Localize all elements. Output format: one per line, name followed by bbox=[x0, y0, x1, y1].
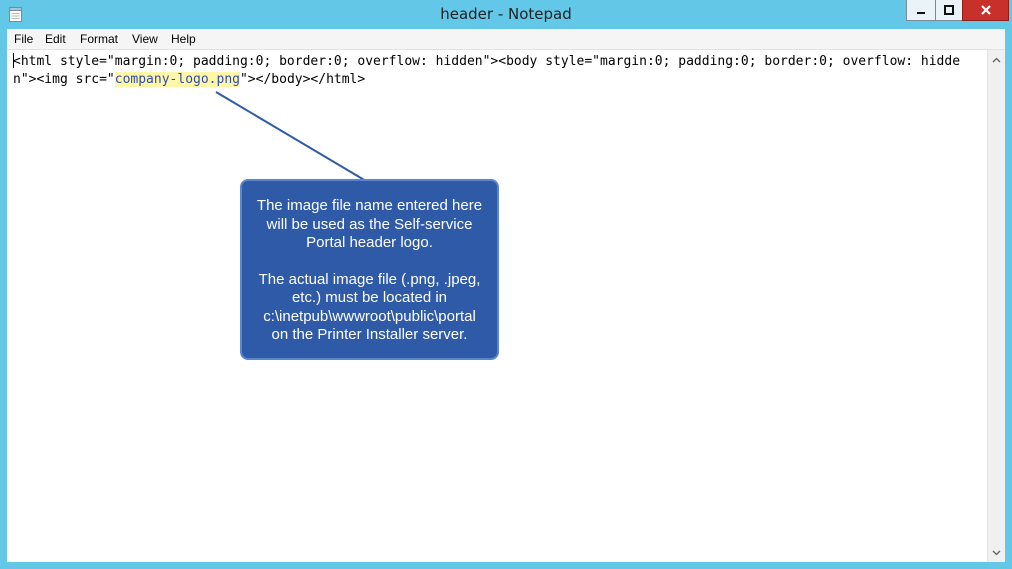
callout-paragraph-2: The actual image file (.png, .jpeg, etc.… bbox=[258, 270, 481, 344]
menu-view[interactable]: View bbox=[132, 32, 158, 46]
chevron-down-icon bbox=[992, 550, 1001, 555]
callout-paragraph-1: The image file name entered here will be… bbox=[256, 197, 483, 251]
notepad-client-area: File Edit Format View Help <html style="… bbox=[7, 29, 1005, 562]
highlighted-filename[interactable]: company-logo.png bbox=[114, 72, 240, 87]
maximize-button[interactable] bbox=[935, 0, 963, 21]
notepad-window: header - Notepad File Edit Format View H… bbox=[0, 0, 1012, 569]
maximize-icon bbox=[944, 5, 954, 15]
editor-text-after: "></body></html> bbox=[239, 72, 366, 87]
vertical-scrollbar[interactable] bbox=[987, 50, 1005, 562]
close-button[interactable] bbox=[962, 0, 1009, 21]
window-title: header - Notepad bbox=[440, 5, 572, 23]
scroll-down-button[interactable] bbox=[989, 545, 1004, 560]
menu-format[interactable]: Format bbox=[80, 32, 118, 46]
minimize-icon bbox=[917, 12, 925, 14]
title-bar[interactable]: header - Notepad bbox=[0, 0, 1012, 29]
menu-file[interactable]: File bbox=[14, 32, 33, 46]
editor-lead-char: < bbox=[13, 54, 21, 69]
chevron-up-icon bbox=[992, 57, 1001, 62]
menu-help[interactable]: Help bbox=[171, 32, 196, 46]
close-icon bbox=[980, 5, 991, 15]
annotation-callout: The image file name entered here will be… bbox=[240, 179, 499, 360]
minimize-button[interactable] bbox=[906, 0, 936, 21]
editor-content[interactable]: <html style="margin:0; padding:0; border… bbox=[13, 53, 973, 89]
menu-edit[interactable]: Edit bbox=[45, 32, 66, 46]
scroll-up-button[interactable] bbox=[989, 52, 1004, 67]
menu-bar: File Edit Format View Help bbox=[7, 29, 1005, 50]
